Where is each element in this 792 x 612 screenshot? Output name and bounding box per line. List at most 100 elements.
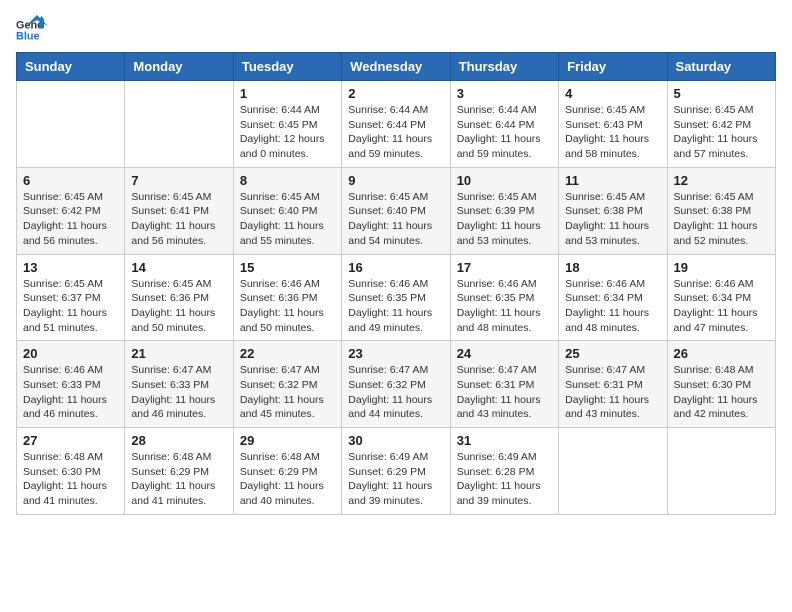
calendar-week-row: 20 Sunrise: 6:46 AMSunset: 6:33 PMDayligh… (17, 341, 776, 428)
table-row: 8Sunrise: 6:45 AMSunset: 6:40 PMDaylight… (233, 167, 341, 254)
logo: General Blue (16, 16, 48, 44)
table-row: 5Sunrise: 6:45 AMSunset: 6:42 PMDaylight… (667, 81, 775, 168)
table-row (17, 81, 125, 168)
calendar-header-row: SundayMondayTuesdayWednesdayThursdayFrid… (17, 53, 776, 81)
page-header: General Blue (16, 16, 776, 44)
table-row (667, 428, 775, 515)
day-info: Sunrise: 6:47 AMSunset: 6:31 PMDaylight:… (457, 363, 552, 422)
day-info: Sunrise: 6:45 AMSunset: 6:40 PMDaylight:… (240, 190, 335, 249)
col-header-friday: Friday (559, 53, 667, 81)
day-number: 27 (23, 433, 118, 448)
day-info: Sunrise: 6:47 AMSunset: 6:32 PMDaylight:… (240, 363, 335, 422)
day-info: Sunrise: 6:46 AMSunset: 6:34 PMDaylight:… (565, 277, 660, 336)
table-row: 7 Sunrise: 6:45 AMSunset: 6:41 PMDaylight… (125, 167, 233, 254)
table-row: 24 Sunrise: 6:47 AMSunset: 6:31 PMDayligh… (450, 341, 558, 428)
table-row: 9 Sunrise: 6:45 AMSunset: 6:40 PMDaylight… (342, 167, 450, 254)
day-number: 6 (23, 173, 118, 188)
col-header-monday: Monday (125, 53, 233, 81)
table-row: 3 Sunrise: 6:44 AMSunset: 6:44 PMDaylight… (450, 81, 558, 168)
day-info: Sunrise: 6:45 AMSunset: 6:38 PMDaylight:… (565, 190, 660, 249)
col-header-saturday: Saturday (667, 53, 775, 81)
day-info: Sunrise: 6:47 AMSunset: 6:33 PMDaylight:… (131, 363, 226, 422)
day-number: 11 (565, 173, 660, 188)
day-info: Sunrise: 6:46 AMSunset: 6:35 PMDaylight:… (457, 277, 552, 336)
table-row: 19 Sunrise: 6:46 AMSunset: 6:34 PMDayligh… (667, 254, 775, 341)
day-info: Sunrise: 6:48 AMSunset: 6:29 PMDaylight:… (131, 450, 226, 509)
table-row: 11 Sunrise: 6:45 AMSunset: 6:38 PMDayligh… (559, 167, 667, 254)
day-info: Sunrise: 6:46 AMSunset: 6:36 PMDaylight:… (240, 277, 335, 336)
day-number: 14 (131, 260, 226, 275)
day-info: Sunrise: 6:45 AMSunset: 6:43 PMDaylight:… (565, 103, 660, 162)
day-number: 9 (348, 173, 443, 188)
day-number: 20 (23, 346, 118, 361)
table-row: 10 Sunrise: 6:45 AMSunset: 6:39 PMDayligh… (450, 167, 558, 254)
calendar-table: SundayMondayTuesdayWednesdayThursdayFrid… (16, 52, 776, 515)
table-row: 25 Sunrise: 6:47 AMSunset: 6:31 PMDayligh… (559, 341, 667, 428)
day-number: 21 (131, 346, 226, 361)
table-row: 20 Sunrise: 6:46 AMSunset: 6:33 PMDayligh… (17, 341, 125, 428)
day-number: 24 (457, 346, 552, 361)
day-number: 7 (131, 173, 226, 188)
table-row: 23Sunrise: 6:47 AMSunset: 6:32 PMDayligh… (342, 341, 450, 428)
table-row: 16Sunrise: 6:46 AMSunset: 6:35 PMDayligh… (342, 254, 450, 341)
table-row: 31 Sunrise: 6:49 AMSunset: 6:28 PMDayligh… (450, 428, 558, 515)
col-header-thursday: Thursday (450, 53, 558, 81)
day-number: 26 (674, 346, 769, 361)
day-number: 31 (457, 433, 552, 448)
day-info: Sunrise: 6:47 AMSunset: 6:31 PMDaylight:… (565, 363, 660, 422)
day-info: Sunrise: 6:44 AMSunset: 6:44 PMDaylight:… (457, 103, 552, 162)
day-info: Sunrise: 6:45 AMSunset: 6:39 PMDaylight:… (457, 190, 552, 249)
logo-arrow-icon (26, 15, 48, 37)
table-row: 29Sunrise: 6:48 AMSunset: 6:29 PMDayligh… (233, 428, 341, 515)
day-info: Sunrise: 6:46 AMSunset: 6:34 PMDaylight:… (674, 277, 769, 336)
table-row: 21 Sunrise: 6:47 AMSunset: 6:33 PMDayligh… (125, 341, 233, 428)
day-number: 30 (348, 433, 443, 448)
day-number: 28 (131, 433, 226, 448)
day-number: 29 (240, 433, 335, 448)
day-info: Sunrise: 6:45 AMSunset: 6:40 PMDaylight:… (348, 190, 443, 249)
day-number: 13 (23, 260, 118, 275)
table-row: 1Sunrise: 6:44 AMSunset: 6:45 PMDaylight… (233, 81, 341, 168)
col-header-wednesday: Wednesday (342, 53, 450, 81)
table-row: 15 Sunrise: 6:46 AMSunset: 6:36 PMDayligh… (233, 254, 341, 341)
day-number: 3 (457, 86, 552, 101)
day-number: 22 (240, 346, 335, 361)
day-info: Sunrise: 6:45 AMSunset: 6:41 PMDaylight:… (131, 190, 226, 249)
day-info: Sunrise: 6:45 AMSunset: 6:38 PMDaylight:… (674, 190, 769, 249)
table-row (125, 81, 233, 168)
day-info: Sunrise: 6:49 AMSunset: 6:28 PMDaylight:… (457, 450, 552, 509)
col-header-sunday: Sunday (17, 53, 125, 81)
day-number: 19 (674, 260, 769, 275)
day-info: Sunrise: 6:45 AMSunset: 6:42 PMDaylight:… (23, 190, 118, 249)
day-number: 18 (565, 260, 660, 275)
day-info: Sunrise: 6:45 AMSunset: 6:42 PMDaylight:… (674, 103, 769, 162)
table-row: 28 Sunrise: 6:48 AMSunset: 6:29 PMDayligh… (125, 428, 233, 515)
calendar-week-row: 6 Sunrise: 6:45 AMSunset: 6:42 PMDaylight… (17, 167, 776, 254)
day-number: 4 (565, 86, 660, 101)
day-number: 15 (240, 260, 335, 275)
table-row (559, 428, 667, 515)
day-number: 1 (240, 86, 335, 101)
calendar-week-row: 1Sunrise: 6:44 AMSunset: 6:45 PMDaylight… (17, 81, 776, 168)
table-row: 13 Sunrise: 6:45 AMSunset: 6:37 PMDayligh… (17, 254, 125, 341)
table-row: 17 Sunrise: 6:46 AMSunset: 6:35 PMDayligh… (450, 254, 558, 341)
table-row: 22 Sunrise: 6:47 AMSunset: 6:32 PMDayligh… (233, 341, 341, 428)
day-info: Sunrise: 6:48 AMSunset: 6:30 PMDaylight:… (23, 450, 118, 509)
table-row: 6 Sunrise: 6:45 AMSunset: 6:42 PMDaylight… (17, 167, 125, 254)
col-header-tuesday: Tuesday (233, 53, 341, 81)
day-info: Sunrise: 6:45 AMSunset: 6:36 PMDaylight:… (131, 277, 226, 336)
day-number: 17 (457, 260, 552, 275)
day-info: Sunrise: 6:45 AMSunset: 6:37 PMDaylight:… (23, 277, 118, 336)
day-info: Sunrise: 6:46 AMSunset: 6:35 PMDaylight:… (348, 277, 443, 336)
day-number: 10 (457, 173, 552, 188)
calendar-week-row: 27 Sunrise: 6:48 AMSunset: 6:30 PMDayligh… (17, 428, 776, 515)
table-row: 2Sunrise: 6:44 AMSunset: 6:44 PMDaylight… (342, 81, 450, 168)
table-row: 27 Sunrise: 6:48 AMSunset: 6:30 PMDayligh… (17, 428, 125, 515)
day-info: Sunrise: 6:47 AMSunset: 6:32 PMDaylight:… (348, 363, 443, 422)
table-row: 4 Sunrise: 6:45 AMSunset: 6:43 PMDaylight… (559, 81, 667, 168)
day-info: Sunrise: 6:49 AMSunset: 6:29 PMDaylight:… (348, 450, 443, 509)
day-number: 25 (565, 346, 660, 361)
day-info: Sunrise: 6:46 AMSunset: 6:33 PMDaylight:… (23, 363, 118, 422)
table-row: 18 Sunrise: 6:46 AMSunset: 6:34 PMDayligh… (559, 254, 667, 341)
day-info: Sunrise: 6:44 AMSunset: 6:44 PMDaylight:… (348, 103, 443, 162)
